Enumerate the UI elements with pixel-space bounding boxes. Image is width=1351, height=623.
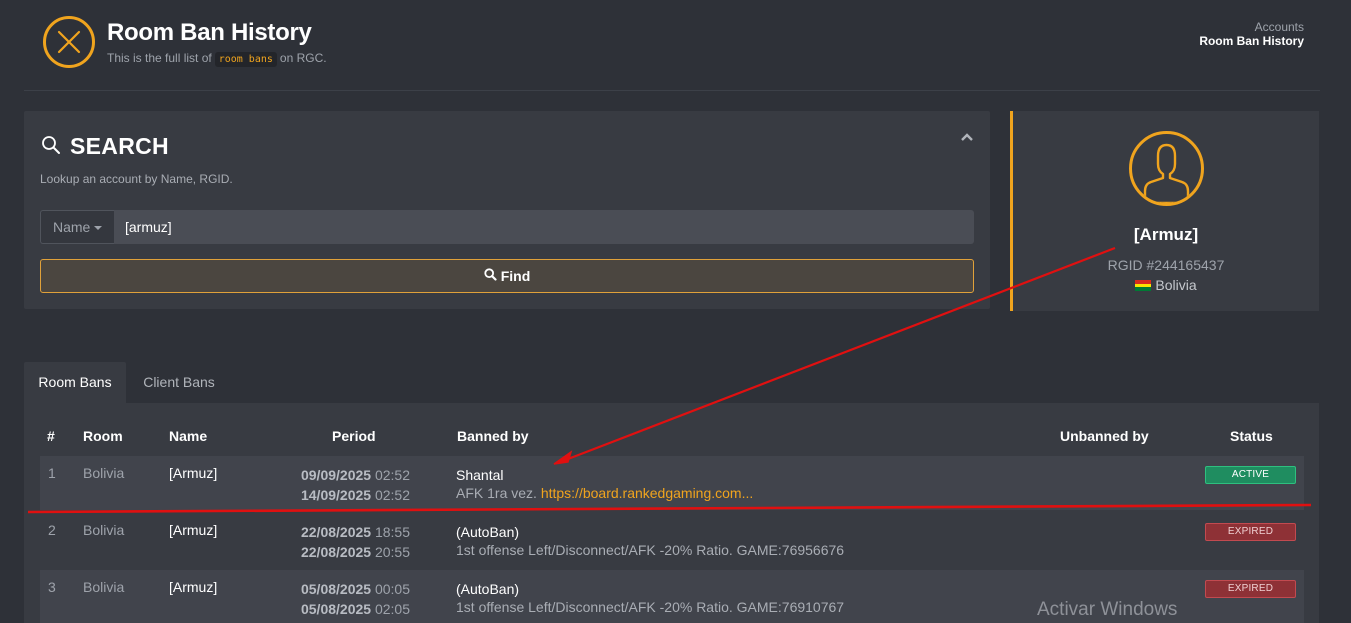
row-banned-by: Shantal — [456, 467, 504, 483]
row-name[interactable]: [Armuz] — [169, 465, 217, 481]
breadcrumb-accounts[interactable]: Accounts — [1199, 20, 1304, 34]
row-reason: 1st offense Left/Disconnect/AFK -20% Rat… — [456, 542, 845, 558]
subtitle-suffix: on RGC. — [279, 51, 327, 65]
tab-room-bans[interactable]: Room Bans — [24, 362, 126, 403]
row-name[interactable]: [Armuz] — [169, 579, 217, 595]
caret-down-icon — [94, 226, 103, 231]
row-number: 1 — [48, 465, 56, 481]
search-panel: SEARCH Lookup an account by Name, RGID. … — [24, 111, 990, 309]
profile-rgid: RGID #244165437 — [1107, 257, 1225, 273]
page-header: Room Ban History This is the full list o… — [0, 0, 1351, 90]
column-header-number: # — [47, 428, 55, 444]
reason-link[interactable]: https://board.rankedgaming.com... — [541, 485, 753, 501]
search-title: SEARCH — [70, 133, 169, 159]
search-icon — [41, 135, 61, 160]
subtitle-prefix: This is the full list of — [107, 51, 212, 65]
period-end-time: 02:05 — [374, 601, 410, 617]
period-end-time: 20:55 — [374, 544, 410, 560]
column-header-period: Period — [332, 428, 376, 444]
row-banned-by: (AutoBan) — [456, 581, 520, 597]
table-row: 1 Bolivia [Armuz] 09/09/2025 02:52 14/09… — [40, 456, 1304, 510]
column-header-name: Name — [169, 428, 208, 444]
row-number: 3 — [48, 579, 56, 595]
subtitle-code: room bans — [214, 52, 277, 67]
tab-client-bans[interactable]: Client Bans — [126, 362, 232, 403]
row-number: 2 — [48, 522, 56, 538]
row-period: 22/08/2025 18:55 22/08/2025 20:55 — [280, 522, 410, 562]
search-input[interactable] — [114, 210, 974, 244]
period-start-time: 02:52 — [374, 467, 410, 483]
column-header-status: Status — [1230, 428, 1273, 444]
page-subtitle: This is the full list of room bans on RGC. — [107, 51, 327, 67]
breadcrumb-current: Room Ban History — [1199, 34, 1304, 48]
chevron-up-icon[interactable] — [960, 129, 974, 147]
period-start-date: 09/09/2025 — [300, 467, 372, 483]
row-reason: AFK 1ra vez. https://board.rankedgaming.… — [456, 485, 753, 501]
row-period: 05/08/2025 00:05 05/08/2025 02:05 — [280, 579, 410, 619]
find-button[interactable]: Find — [40, 259, 974, 293]
row-room: Bolivia — [83, 579, 125, 595]
table-row: 2 Bolivia [Armuz] 22/08/2025 18:55 22/08… — [40, 513, 1304, 567]
search-type-value: Name — [53, 219, 91, 235]
profile-name: [Armuz] — [1133, 225, 1199, 244]
row-name[interactable]: [Armuz] — [169, 522, 217, 538]
row-room: Bolivia — [83, 522, 125, 538]
column-header-banned-by: Banned by — [457, 428, 529, 444]
profile-country: Bolivia — [1013, 277, 1319, 293]
profile-country-name: Bolivia — [1155, 277, 1197, 293]
period-start-date: 22/08/2025 — [300, 524, 372, 540]
row-reason: 1st offense Left/Disconnect/AFK -20% Rat… — [456, 599, 845, 615]
room-bans-table: # Room Name Period Banned by Unbanned by… — [24, 403, 1319, 623]
breadcrumb: Accounts Room Ban History — [1199, 20, 1304, 48]
period-end-date: 14/09/2025 — [300, 487, 372, 503]
profile-card: [Armuz] RGID #244165437 Bolivia — [1010, 111, 1319, 311]
user-avatar-icon — [1129, 131, 1204, 206]
search-type-select[interactable]: Name — [40, 210, 114, 244]
search-description: Lookup an account by Name, RGID. — [40, 172, 233, 186]
period-start-time: 18:55 — [374, 524, 410, 540]
reason-text: AFK 1ra vez. — [456, 485, 537, 501]
row-period: 09/09/2025 02:52 14/09/2025 02:52 — [280, 465, 410, 505]
close-circle-icon — [43, 16, 95, 68]
windows-activation-watermark: Activar Windows — [1037, 599, 1178, 620]
search-icon — [484, 268, 497, 284]
column-header-unbanned-by: Unbanned by — [1060, 428, 1149, 444]
period-end-date: 05/08/2025 — [300, 601, 372, 617]
find-label: Find — [500, 268, 531, 284]
status-badge: EXPIRED — [1205, 523, 1296, 541]
header-divider — [24, 90, 1320, 91]
row-room: Bolivia — [83, 465, 125, 481]
page-title: Room Ban History — [107, 19, 312, 46]
period-start-time: 00:05 — [374, 581, 410, 597]
bolivia-flag-icon — [1135, 280, 1152, 291]
column-header-room: Room — [83, 428, 123, 444]
status-badge: ACTIVE — [1205, 466, 1296, 484]
status-badge: EXPIRED — [1205, 580, 1296, 598]
period-start-date: 05/08/2025 — [300, 581, 372, 597]
period-end-time: 02:52 — [374, 487, 410, 503]
period-end-date: 22/08/2025 — [300, 544, 372, 560]
row-banned-by: (AutoBan) — [456, 524, 520, 540]
